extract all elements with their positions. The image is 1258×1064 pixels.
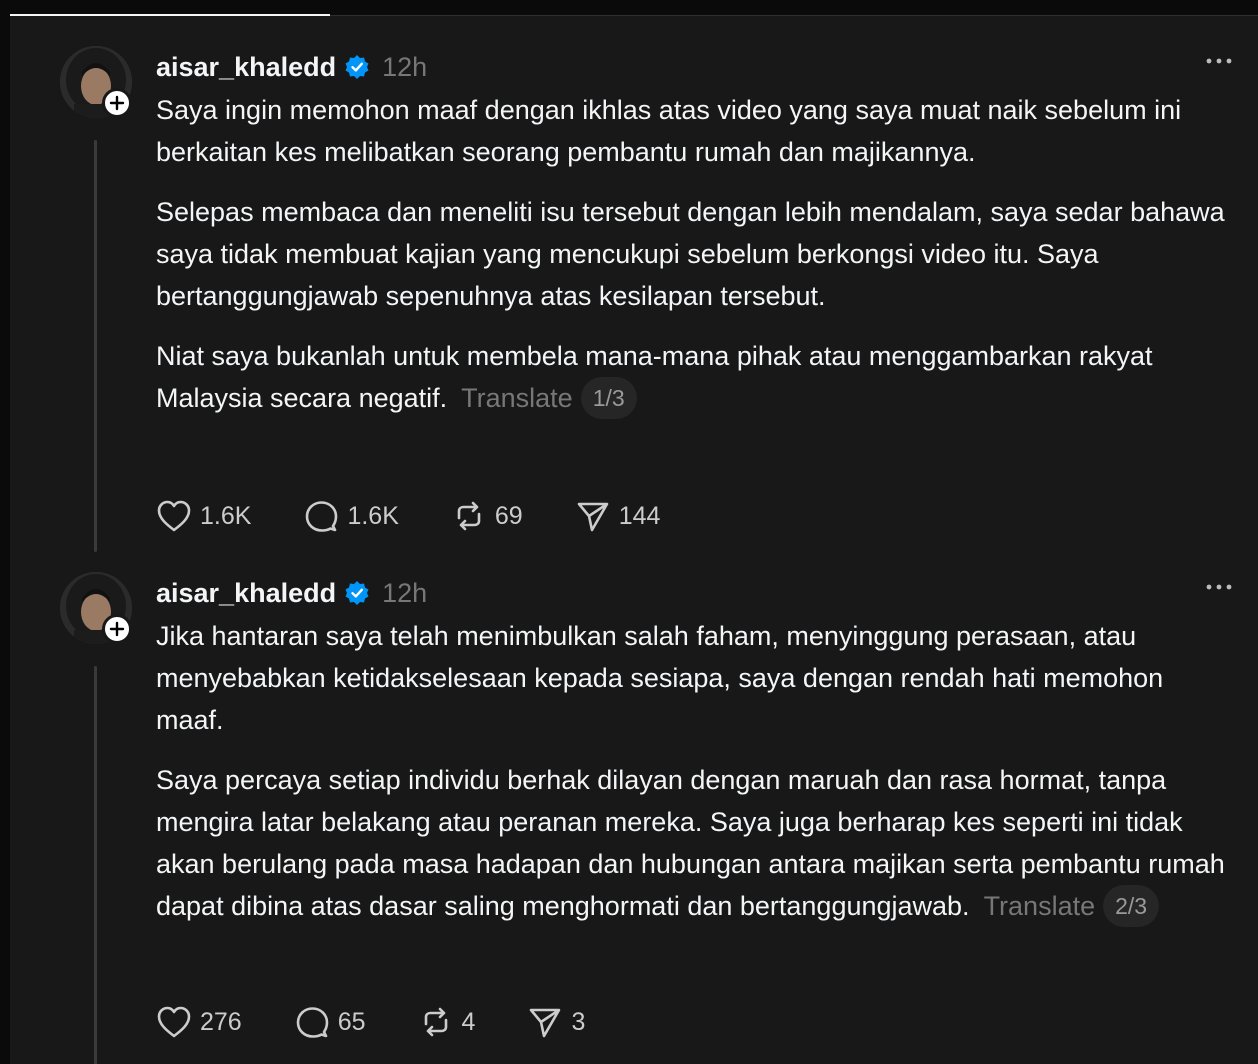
post-paragraph: Niat saya bukanlah untuk membela mana-ma… bbox=[156, 335, 1236, 419]
thread-post[interactable]: aisar_khaledd 12h Jika hantaran saya tel… bbox=[10, 572, 1258, 1064]
share-button[interactable]: 3 bbox=[527, 1005, 585, 1039]
follow-plus-icon[interactable] bbox=[102, 614, 132, 644]
reply-button[interactable]: 1.6K bbox=[303, 499, 399, 533]
post-paragraph: Saya ingin memohon maaf dengan ikhlas at… bbox=[156, 95, 1182, 167]
post-paragraph: Selepas membaca dan meneliti isu tersebu… bbox=[156, 197, 1225, 311]
repost-button[interactable]: 69 bbox=[451, 499, 523, 533]
active-tab-indicator bbox=[10, 14, 330, 16]
avatar[interactable] bbox=[60, 46, 132, 118]
like-count: 1.6K bbox=[200, 501, 252, 530]
action-bar: 1.6K 1.6K 69 144 bbox=[156, 496, 712, 536]
comment-icon bbox=[296, 1007, 329, 1038]
thread-page-indicator: 2/3 bbox=[1103, 885, 1160, 927]
verified-badge-icon bbox=[344, 54, 370, 80]
heart-icon bbox=[157, 1006, 191, 1038]
like-button[interactable]: 276 bbox=[156, 1005, 242, 1039]
repost-count: 69 bbox=[494, 501, 523, 530]
post-paragraph-text: Niat saya bukanlah untuk membela mana-ma… bbox=[156, 341, 1153, 413]
username[interactable]: aisar_khaledd bbox=[156, 578, 336, 609]
share-button[interactable]: 144 bbox=[575, 499, 661, 533]
reply-button[interactable]: 65 bbox=[294, 1005, 366, 1039]
post-header: aisar_khaledd 12h bbox=[156, 576, 427, 610]
comment-icon bbox=[306, 501, 338, 532]
more-options-icon[interactable] bbox=[1204, 46, 1234, 76]
like-button[interactable]: 1.6K bbox=[156, 499, 251, 533]
thread-connector-line bbox=[94, 666, 97, 1064]
thread-post[interactable]: aisar_khaledd 12h Saya ingin memohon maa… bbox=[10, 46, 1258, 556]
post-body: Saya ingin memohon maaf dengan ikhlas at… bbox=[156, 89, 1236, 437]
translate-link[interactable]: Translate bbox=[984, 891, 1096, 921]
action-bar: 276 65 4 3 bbox=[156, 1002, 637, 1042]
post-time: 12h bbox=[382, 51, 428, 82]
top-divider bbox=[330, 15, 1258, 16]
post-time: 12h bbox=[382, 577, 428, 608]
verified-badge-icon bbox=[344, 580, 370, 606]
reply-count: 65 bbox=[337, 1007, 366, 1036]
repost-icon bbox=[457, 501, 481, 531]
left-gutter bbox=[0, 0, 10, 1064]
post-paragraph: Jika hantaran saya telah menimbulkan sal… bbox=[156, 621, 1164, 735]
more-options-icon[interactable] bbox=[1204, 572, 1234, 602]
avatar[interactable] bbox=[60, 572, 132, 644]
repost-button[interactable]: 4 bbox=[418, 1005, 476, 1039]
thread-page-indicator: 1/3 bbox=[580, 377, 637, 419]
heart-icon bbox=[157, 500, 191, 532]
threads-feed: aisar_khaledd 12h Saya ingin memohon maa… bbox=[0, 0, 1258, 1064]
repost-count: 4 bbox=[461, 1007, 476, 1036]
share-count: 144 bbox=[618, 501, 661, 530]
post-header: aisar_khaledd 12h bbox=[156, 50, 427, 84]
post-paragraph: Saya percaya setiap individu berhak dila… bbox=[156, 759, 1236, 927]
thread-connector-line bbox=[94, 140, 97, 552]
username[interactable]: aisar_khaledd bbox=[156, 52, 336, 83]
follow-plus-icon[interactable] bbox=[102, 88, 132, 118]
like-count: 276 bbox=[200, 1007, 242, 1036]
send-icon bbox=[530, 1008, 561, 1038]
post-body: Jika hantaran saya telah menimbulkan sal… bbox=[156, 615, 1236, 945]
send-icon bbox=[577, 502, 608, 532]
reply-count: 1.6K bbox=[347, 501, 399, 530]
repost-icon bbox=[424, 1007, 447, 1037]
share-count: 3 bbox=[571, 1007, 586, 1036]
translate-link[interactable]: Translate bbox=[461, 383, 573, 413]
